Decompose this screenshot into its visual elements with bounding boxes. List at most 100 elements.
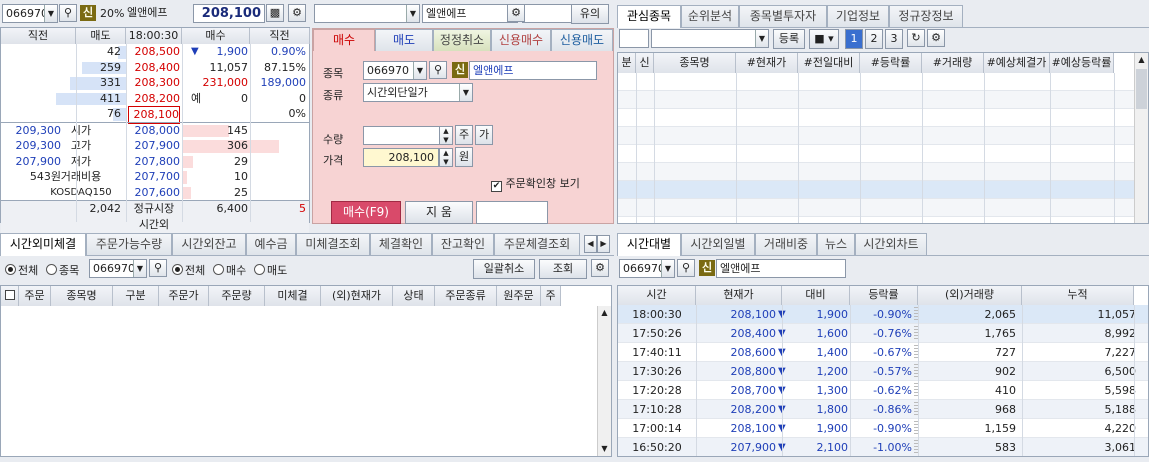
tab-credit-buy[interactable]: 신용매수: [491, 29, 551, 51]
tab-buy[interactable]: 매수: [313, 29, 375, 51]
select-all-checkbox[interactable]: [1, 286, 19, 306]
buy-submit-button[interactable]: 매수(F9): [331, 201, 401, 224]
chevron-down-icon[interactable]: ▼: [661, 260, 674, 277]
register-button[interactable]: 등록: [773, 29, 805, 49]
save-icon[interactable]: ▩: [266, 4, 284, 22]
ticks-col-header[interactable]: 누적: [1022, 286, 1134, 305]
scroll-up-icon[interactable]: ▲: [598, 306, 611, 320]
ask-price[interactable]: 208,300: [128, 75, 181, 91]
tab-sell[interactable]: 매도: [375, 29, 433, 51]
qty-max-button[interactable]: 가: [475, 125, 493, 145]
unfilled-col-header[interactable]: 주문: [19, 286, 51, 306]
bid-price[interactable]: 207,600: [128, 185, 181, 201]
order-stock-select[interactable]: ▼: [314, 4, 420, 23]
radio-icon[interactable]: [172, 264, 183, 275]
unfilled-col-header[interactable]: 원주문: [497, 286, 541, 306]
confirm-checkbox[interactable]: ✔ 주문확인창 보기: [491, 175, 580, 192]
price-input[interactable]: 208,100: [363, 148, 439, 167]
search-icon[interactable]: ⚲: [429, 61, 447, 79]
ticks-col-header[interactable]: 대비: [782, 286, 850, 305]
page-1-button[interactable]: 1: [845, 29, 863, 49]
tab-interest[interactable]: 관심종목: [617, 5, 681, 28]
radio-icon[interactable]: [254, 264, 265, 275]
price-stepper[interactable]: ▲ ▼: [439, 148, 453, 167]
chevron-down-icon[interactable]: ▼: [44, 5, 57, 22]
interest-col-header[interactable]: 분: [618, 53, 636, 73]
tab-regular[interactable]: 정규장정보: [889, 5, 963, 27]
scroll-down-icon[interactable]: ▼: [598, 442, 611, 456]
tab-company[interactable]: 기업정보: [827, 5, 889, 27]
table-row[interactable]: [618, 217, 1134, 223]
bid-price[interactable]: 208,000: [128, 123, 181, 139]
scroll-up-icon[interactable]: ▲: [1135, 53, 1148, 67]
checkbox-icon[interactable]: [4, 290, 15, 300]
unfilled-col-header[interactable]: 상태: [393, 286, 435, 306]
qty-unit-button[interactable]: 주: [455, 125, 473, 145]
ticks-code-input[interactable]: 066970 ▼: [619, 259, 675, 278]
interest-group-select[interactable]: ▼: [651, 29, 769, 48]
ask-price[interactable]: 208,200: [128, 91, 181, 107]
unfilled-col-header[interactable]: 주문량: [209, 286, 265, 306]
radio-icon[interactable]: [5, 264, 16, 275]
bid-price[interactable]: 207,900: [128, 138, 181, 154]
interest-col-header[interactable]: #예상등락률: [1050, 53, 1114, 73]
tab-volume-share[interactable]: 거래비중: [755, 233, 817, 255]
tab-news[interactable]: 뉴스: [817, 233, 855, 255]
view-mode-select[interactable]: ■ ▾: [809, 29, 839, 49]
interest-col-header[interactable]: 종목명: [654, 53, 736, 73]
unfilled-col-header[interactable]: 종목명: [51, 286, 113, 306]
chevron-down-icon[interactable]: ▼: [413, 62, 426, 79]
refresh-icon[interactable]: ↻: [907, 29, 925, 47]
gear-icon[interactable]: ⚙: [927, 29, 945, 47]
interest-col-header[interactable]: #예상체결가: [984, 53, 1050, 73]
gear-icon[interactable]: ⚙: [288, 4, 306, 22]
chevron-down-icon[interactable]: ▼: [755, 30, 768, 47]
unfilled-col-header[interactable]: 구분: [113, 286, 159, 306]
tab-ranking[interactable]: 순위분석: [681, 5, 739, 27]
tab-after-unfilled[interactable]: 시간외미체결: [0, 233, 86, 256]
tab-prev-icon[interactable]: ◀: [584, 235, 597, 253]
tab-modify-cancel[interactable]: 정정취소: [433, 29, 491, 51]
tab-next-icon[interactable]: ▶: [597, 235, 610, 253]
page-2-button[interactable]: 2: [865, 29, 883, 49]
search-icon[interactable]: ⚲: [677, 259, 695, 277]
unfilled-col-header[interactable]: (외)현재가: [321, 286, 393, 306]
bid-price[interactable]: 207,700: [128, 169, 181, 185]
table-row[interactable]: [618, 109, 1134, 127]
ask-price[interactable]: 208,400: [128, 60, 181, 76]
tab-by-time[interactable]: 시간대별: [617, 233, 681, 256]
chevron-down-icon[interactable]: ▼: [459, 84, 472, 101]
interest-col-header[interactable]: 신: [636, 53, 654, 73]
unfilled-scrollbar[interactable]: ▲ ▼: [597, 306, 611, 456]
filter-all-radio[interactable]: 전체: [5, 262, 38, 278]
tab-after-daily[interactable]: 시간외일별: [681, 233, 755, 255]
bid-price[interactable]: 207,800: [128, 154, 181, 170]
ticks-col-header[interactable]: 현재가: [696, 286, 782, 305]
table-row[interactable]: [618, 127, 1134, 145]
tab-investor[interactable]: 종목별투자자: [739, 5, 827, 27]
unfilled-col-header[interactable]: 주문종류: [435, 286, 497, 306]
table-row[interactable]: [618, 91, 1134, 109]
order-gear-icon[interactable]: ⚙: [507, 4, 525, 22]
side-sell-radio[interactable]: 매도: [254, 262, 287, 278]
ticks-col-header[interactable]: 등락률: [850, 286, 918, 305]
tab-orderable-qty[interactable]: 주문가능수량: [86, 233, 172, 255]
table-row[interactable]: [618, 181, 1134, 199]
tab-deposit[interactable]: 예수금: [246, 233, 296, 255]
code-input[interactable]: 066970 ▼: [2, 4, 58, 23]
chevron-down-icon[interactable]: ▼: [133, 260, 146, 277]
clear-button[interactable]: 지 움: [405, 201, 473, 224]
ticks-col-header[interactable]: (외)거래량: [918, 286, 1022, 305]
table-row[interactable]: [618, 145, 1134, 163]
cancel-all-button[interactable]: 일괄취소: [473, 259, 535, 279]
radio-icon[interactable]: [213, 264, 224, 275]
interest-col-header[interactable]: #전일대비: [798, 53, 860, 73]
interest-col-header[interactable]: #등락률: [860, 53, 922, 73]
tab-after-chart[interactable]: 시간외차트: [855, 233, 927, 255]
tab-unfilled-query[interactable]: 미체결조회: [296, 233, 370, 255]
unfilled-col-header[interactable]: 주: [541, 286, 561, 306]
search-icon[interactable]: ⚲: [59, 4, 77, 22]
table-row[interactable]: [618, 163, 1134, 181]
order-type-select[interactable]: 시간외단일가 ▼: [363, 83, 473, 102]
tab-credit-sell[interactable]: 신용매도: [551, 29, 613, 51]
